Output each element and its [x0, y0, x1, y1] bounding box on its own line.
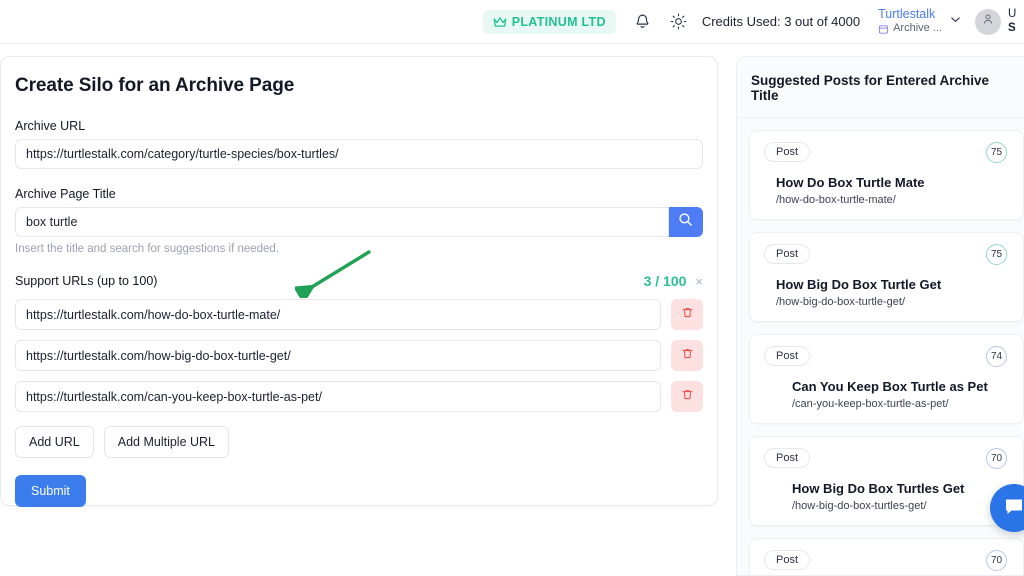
support-urls-counter: 3 / 100 — [643, 273, 687, 289]
create-silo-form-card: Create Silo for an Archive Page Archive … — [0, 56, 718, 507]
submit-button[interactable]: Submit — [15, 475, 86, 507]
notifications-button[interactable] — [630, 9, 656, 35]
page-body: Create Silo for an Archive Page Archive … — [0, 44, 1024, 576]
workspace-selector[interactable]: Turtlestalk Archive ... — [878, 7, 942, 36]
credits-used-label: Credits Used: 3 out of 4000 — [701, 14, 861, 29]
sun-icon — [670, 13, 687, 30]
status-badge: 75 — [986, 142, 1007, 163]
trash-icon — [681, 347, 694, 365]
top-bar: PLATINUM LTD Credits Used: 3 out of 4000… — [0, 0, 1024, 44]
support-url-input-2[interactable] — [15, 340, 661, 371]
support-url-row — [15, 299, 703, 330]
avatar[interactable] — [975, 8, 1001, 35]
workspace-subtitle: Archive ... — [893, 22, 942, 35]
status-badge: 70 — [986, 448, 1007, 469]
archive-title-label: Archive Page Title — [15, 187, 116, 201]
plan-badge-label: PLATINUM LTD — [511, 14, 606, 29]
status-badge: 74 — [986, 346, 1007, 367]
user-name: U — [1008, 7, 1017, 20]
post-type-badge: Post — [764, 550, 811, 570]
list-item[interactable]: Post 75 How Big Do Box Turtle Get /how-b… — [749, 232, 1024, 322]
user-avatar-icon — [981, 12, 995, 31]
post-slug: /how-big-do-box-turtles-get/ — [792, 500, 927, 512]
archive-title-input[interactable] — [15, 207, 669, 237]
post-title: How Big Do Box Turtle Get — [776, 277, 942, 292]
delete-url-button-3[interactable] — [671, 381, 703, 412]
post-slug: /how-do-box-turtle-mate/ — [776, 194, 896, 206]
workspace-name: Turtlestalk — [878, 6, 936, 21]
list-item[interactable]: Post 70 How Big Do Box Turtles Get /how-… — [749, 436, 1024, 526]
post-title: How Do Box Turtle Mate — [776, 175, 925, 190]
post-type-badge: Post — [764, 142, 811, 162]
page-title: Create Silo for an Archive Page — [15, 75, 295, 96]
suggested-posts-list: Post 75 How Do Box Turtle Mate /how-do-b… — [737, 118, 1024, 575]
support-url-list — [15, 299, 703, 412]
post-type-badge: Post — [764, 346, 811, 366]
archive-url-label: Archive URL — [15, 119, 86, 133]
post-title: How Big Do Box Turtles Get — [792, 481, 965, 496]
user-role: S — [1008, 21, 1016, 34]
delete-url-button-2[interactable] — [671, 340, 703, 371]
list-item[interactable]: Post 75 How Do Box Turtle Mate /how-do-b… — [749, 130, 1024, 220]
support-url-row — [15, 381, 703, 412]
status-badge: 75 — [986, 244, 1007, 265]
workspace-subtitle-row: Archive ... — [878, 22, 942, 36]
support-url-input-3[interactable] — [15, 381, 661, 412]
add-multiple-url-button[interactable]: Add Multiple URL — [103, 426, 229, 458]
post-title: Can You Keep Box Turtle as Pet — [792, 379, 988, 394]
bell-icon — [634, 13, 651, 30]
list-item[interactable]: Post 70 — [749, 538, 1024, 575]
archive-url-input[interactable] — [15, 139, 703, 169]
search-icon — [677, 211, 694, 233]
support-urls-label: Support URLs (up to 100) — [15, 274, 158, 288]
theme-toggle-button[interactable] — [666, 9, 692, 35]
delete-url-button-1[interactable] — [671, 299, 703, 330]
support-url-input-1[interactable] — [15, 299, 661, 330]
chat-bubble-icon — [1002, 494, 1024, 523]
post-type-badge: Post — [764, 448, 811, 468]
user-meta: U S — [1008, 8, 1024, 36]
chevron-down-icon — [948, 12, 963, 32]
trash-icon — [681, 306, 694, 324]
tag-icon — [878, 24, 889, 35]
support-urls-counter-group: 3 / 100 × — [644, 273, 703, 289]
trash-icon — [681, 388, 694, 406]
add-url-button[interactable]: Add URL — [15, 426, 94, 458]
status-badge: 70 — [986, 550, 1007, 571]
support-urls-header: Support URLs (up to 100) 3 / 100 × — [15, 273, 703, 289]
crown-icon — [493, 16, 507, 28]
top-bar-right-group: PLATINUM LTD Credits Used: 3 out of 4000… — [482, 0, 1024, 44]
post-type-badge: Post — [764, 244, 811, 264]
suggestions-column: Suggested Posts for Entered Archive Titl… — [726, 44, 1024, 576]
plan-badge: PLATINUM LTD — [482, 9, 616, 34]
clear-urls-close-icon[interactable]: × — [695, 275, 703, 288]
support-url-row — [15, 340, 703, 371]
suggested-posts-header: Suggested Posts for Entered Archive Titl… — [737, 57, 1024, 118]
title-search-hint: Insert the title and search for suggesti… — [15, 243, 280, 255]
post-slug: /how-big-do-box-turtle-get/ — [776, 296, 906, 308]
form-column: Create Silo for an Archive Page Archive … — [0, 44, 726, 507]
search-button[interactable] — [668, 207, 703, 237]
archive-title-search-row — [15, 207, 703, 237]
add-url-button-row: Add URL Add Multiple URL — [15, 426, 703, 458]
post-slug: /can-you-keep-box-turtle-as-pet/ — [792, 398, 949, 410]
list-item[interactable]: Post 74 Can You Keep Box Turtle as Pet /… — [749, 334, 1024, 424]
suggested-posts-panel: Suggested Posts for Entered Archive Titl… — [736, 56, 1024, 576]
workspace-chevron-button[interactable] — [948, 12, 963, 32]
